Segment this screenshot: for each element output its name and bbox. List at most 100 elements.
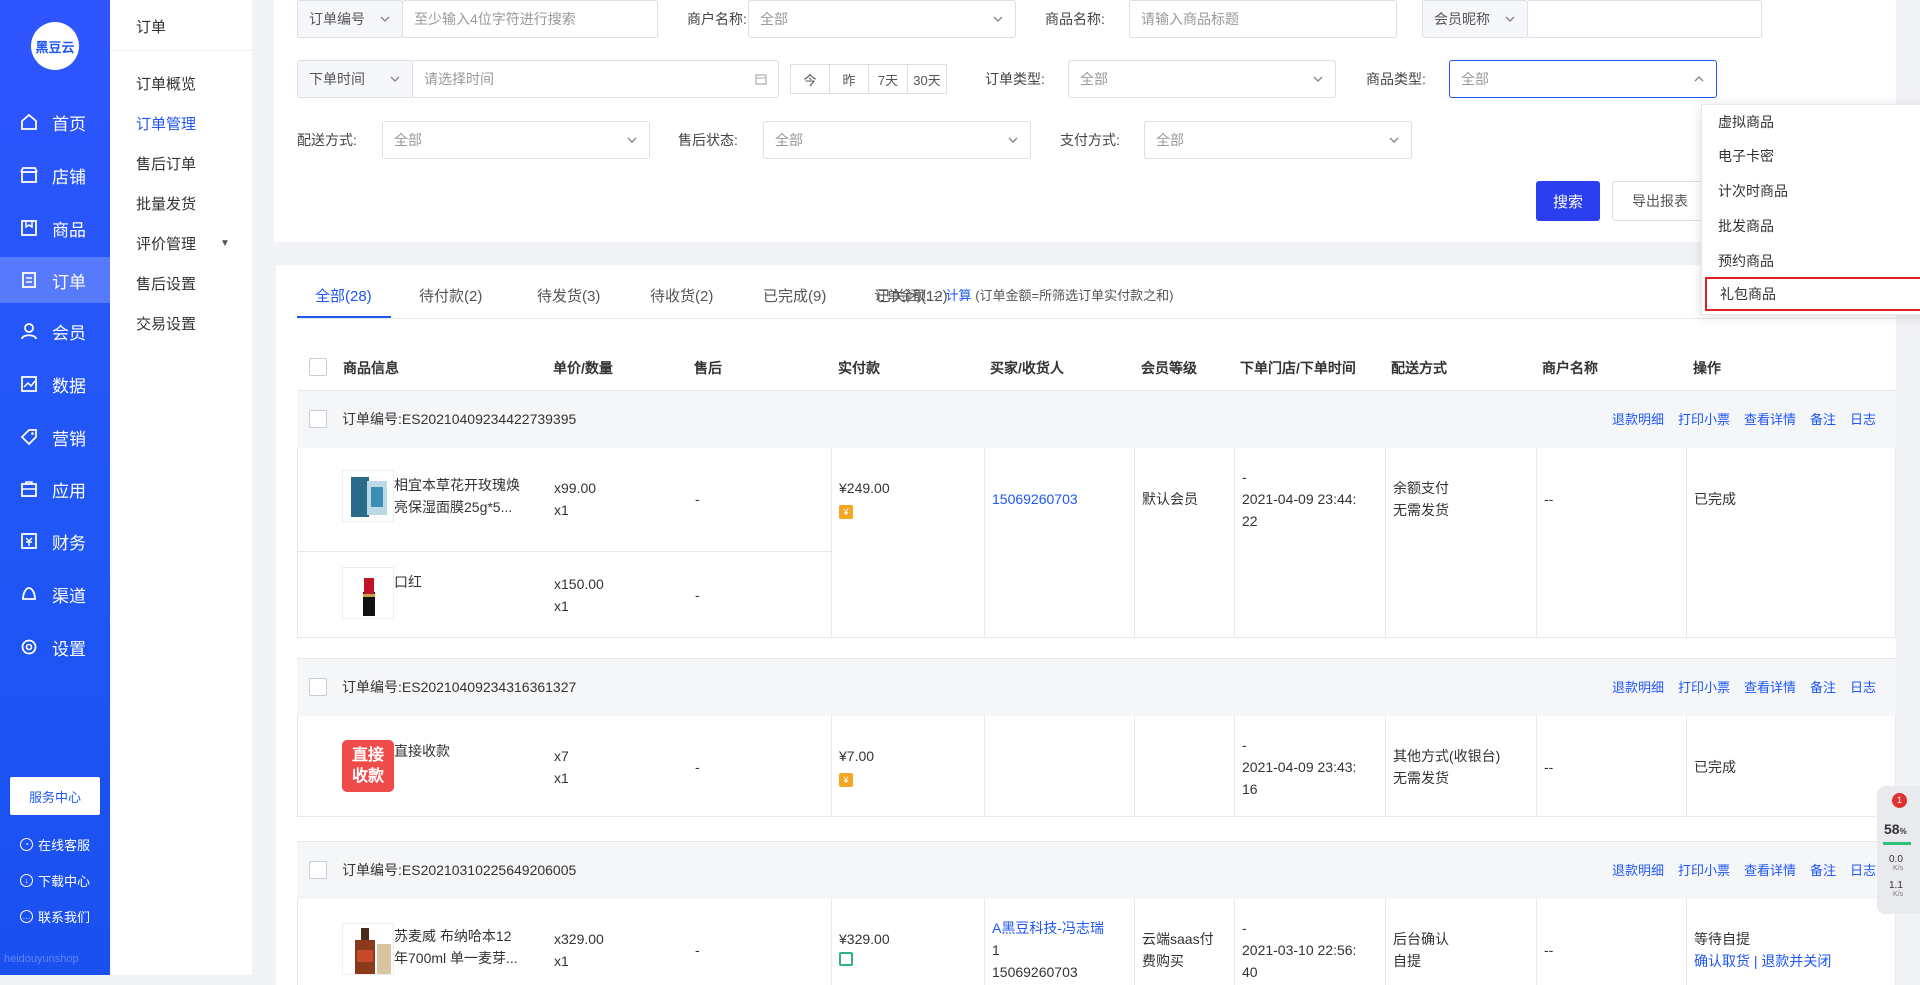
goods-name-input[interactable]: 请输入商品标题	[1129, 0, 1397, 38]
nav-item-settings[interactable]: 设置	[0, 624, 110, 670]
contact-us-link[interactable]: … 联系我们	[20, 907, 90, 926]
download-center-link[interactable]: ↓ 下载中心	[20, 871, 90, 890]
tab-pending-receipt[interactable]: 待收货(2)	[650, 285, 713, 306]
network-speed-widget[interactable]: 1 58% 0.0 K/s 1.1 K/s	[1877, 786, 1920, 914]
caret-down-icon[interactable]: ▼	[220, 238, 230, 249]
nav-item-member[interactable]: 会员	[0, 308, 110, 354]
nav-item-order[interactable]: 订单	[0, 257, 110, 303]
log-link[interactable]: 日志	[1850, 860, 1876, 879]
search-button[interactable]: 搜索	[1536, 181, 1600, 221]
quick-30days-button[interactable]: 30天	[907, 64, 947, 94]
print-receipt-link[interactable]: 打印小票	[1678, 677, 1730, 696]
product-thumbnail[interactable]	[342, 567, 394, 619]
order-amount-info: 订单金额: -- 计算 (订单金额=所筛选订单实付款之和)	[874, 285, 1173, 304]
nav-item-app[interactable]: 应用	[0, 466, 110, 512]
order-checkbox[interactable]	[309, 410, 327, 428]
select-all-checkbox[interactable]	[309, 358, 327, 376]
remark-link[interactable]: 备注	[1810, 409, 1836, 428]
pay-select[interactable]: 全部	[1144, 121, 1412, 159]
col-buyer: 买家/收货人	[990, 360, 1064, 376]
view-detail-link[interactable]: 查看详情	[1744, 860, 1796, 879]
buyer-name-link[interactable]: A黑豆科技-冯志瑞	[992, 917, 1104, 939]
subnav-item-trade-settings[interactable]: 交易设置	[136, 313, 196, 334]
tab-pending-shipment[interactable]: 待发货(3)	[537, 285, 600, 306]
order-checkbox[interactable]	[309, 678, 327, 696]
divider	[1234, 716, 1235, 816]
nav-item-marketing[interactable]: 营销	[0, 414, 110, 460]
store-name: -	[1242, 920, 1247, 936]
tag-icon	[20, 428, 38, 446]
order-checkbox[interactable]	[309, 861, 327, 879]
tab-all[interactable]: 全部(28)	[315, 285, 372, 306]
nav-item-data[interactable]: 数据	[0, 361, 110, 407]
goods-type-select[interactable]: 全部	[1449, 60, 1717, 98]
merchant-select[interactable]: 全部	[748, 0, 1016, 38]
service-center-button[interactable]: 服务中心	[10, 777, 100, 815]
col-delivery: 配送方式	[1391, 360, 1447, 376]
subnav-item-overview[interactable]: 订单概览	[136, 73, 196, 94]
nav-item-channel[interactable]: 渠道	[0, 571, 110, 617]
nav-item-store[interactable]: 店铺	[0, 152, 110, 198]
remark-link[interactable]: 备注	[1810, 677, 1836, 696]
subnav-item-batch-ship[interactable]: 批量发货	[136, 193, 196, 214]
time-type-select[interactable]: 下单时间	[297, 60, 413, 98]
option-e-card[interactable]: 电子卡密	[1702, 139, 1920, 173]
option-gift-package[interactable]: 礼包商品	[1705, 277, 1920, 311]
nav-item-goods[interactable]: 商品	[0, 205, 110, 251]
option-virtual-goods[interactable]: 虚拟商品	[1702, 105, 1920, 139]
nav-item-home[interactable]: 首页	[0, 99, 110, 145]
subnav-divider	[110, 50, 252, 51]
log-link[interactable]: 日志	[1850, 409, 1876, 428]
col-merchant: 商户名称	[1542, 360, 1598, 376]
subnav-item-order-manage[interactable]: 订单管理	[136, 113, 196, 134]
subnav-item-aftersale-orders[interactable]: 售后订单	[136, 153, 196, 174]
online-service-link[interactable]: ◔ 在线客服	[20, 835, 90, 854]
brand-logo[interactable]: 黑豆云	[31, 22, 79, 70]
subnav-item-aftersale-settings[interactable]: 售后设置	[136, 273, 196, 294]
product-thumbnail[interactable]	[342, 470, 394, 522]
divider	[831, 716, 832, 816]
print-receipt-link[interactable]: 打印小票	[1678, 860, 1730, 879]
product-name[interactable]: 苏麦威 布纳哈本12 年700ml 单一麦芽...	[394, 925, 518, 969]
quick-today-button[interactable]: 今	[790, 64, 830, 94]
delivery-select[interactable]: 全部	[382, 121, 650, 159]
refund-detail-link[interactable]: 退款明细	[1612, 409, 1664, 428]
option-timed-goods[interactable]: 计次时商品	[1702, 174, 1920, 208]
buyer-info: A黑豆科技-冯志瑞 1 15069260703	[992, 917, 1104, 983]
subnav-item-reviews[interactable]: 评价管理	[136, 233, 196, 254]
member-field-select[interactable]: 会员昵称	[1422, 0, 1528, 38]
refund-detail-link[interactable]: 退款明细	[1612, 860, 1664, 879]
payment-method: 余额支付	[1393, 480, 1449, 496]
buyer-phone-link[interactable]: 15069260703	[992, 488, 1078, 510]
export-report-button[interactable]: 导出报表	[1612, 181, 1708, 221]
tab-pending-payment[interactable]: 待付款(2)	[419, 285, 482, 306]
nav-item-finance[interactable]: 财务	[0, 518, 110, 564]
product-name[interactable]: 口红	[394, 571, 422, 593]
order-no-input[interactable]: 至少输入4位字符进行搜索	[402, 0, 658, 38]
divider	[1234, 899, 1235, 985]
calculate-link[interactable]: 计算	[946, 288, 972, 303]
aftersale-select[interactable]: 全部	[763, 121, 1031, 159]
product-thumbnail[interactable]	[342, 923, 394, 975]
quick-yesterday-button[interactable]: 昨	[829, 64, 869, 94]
view-detail-link[interactable]: 查看详情	[1744, 409, 1796, 428]
remark-link[interactable]: 备注	[1810, 860, 1836, 879]
log-link[interactable]: 日志	[1850, 677, 1876, 696]
view-detail-link[interactable]: 查看详情	[1744, 677, 1796, 696]
time-range-input[interactable]: 请选择时间	[412, 60, 779, 98]
option-wholesale-goods[interactable]: 批发商品	[1702, 209, 1920, 243]
option-reservation-goods[interactable]: 预约商品	[1702, 244, 1920, 278]
tab-completed[interactable]: 已完成(9)	[763, 285, 826, 306]
member-nickname-input[interactable]	[1527, 0, 1762, 38]
confirm-pickup-refund-links[interactable]: 确认取货 | 退款并关闭	[1694, 950, 1831, 972]
chevron-down-icon	[390, 76, 400, 82]
refund-detail-link[interactable]: 退款明细	[1612, 677, 1664, 696]
product-name[interactable]: 相宜本草花开玫瑰焕 亮保湿面膜25g*5...	[394, 474, 520, 518]
quick-7days-button[interactable]: 7天	[868, 64, 908, 94]
order-type-select[interactable]: 全部	[1068, 60, 1336, 98]
order-no-type-select[interactable]: 订单编号	[297, 0, 403, 38]
tab-baseline	[297, 318, 1896, 319]
print-receipt-link[interactable]: 打印小票	[1678, 409, 1730, 428]
divider	[1536, 448, 1537, 637]
product-name[interactable]: 直接收款	[394, 740, 450, 762]
